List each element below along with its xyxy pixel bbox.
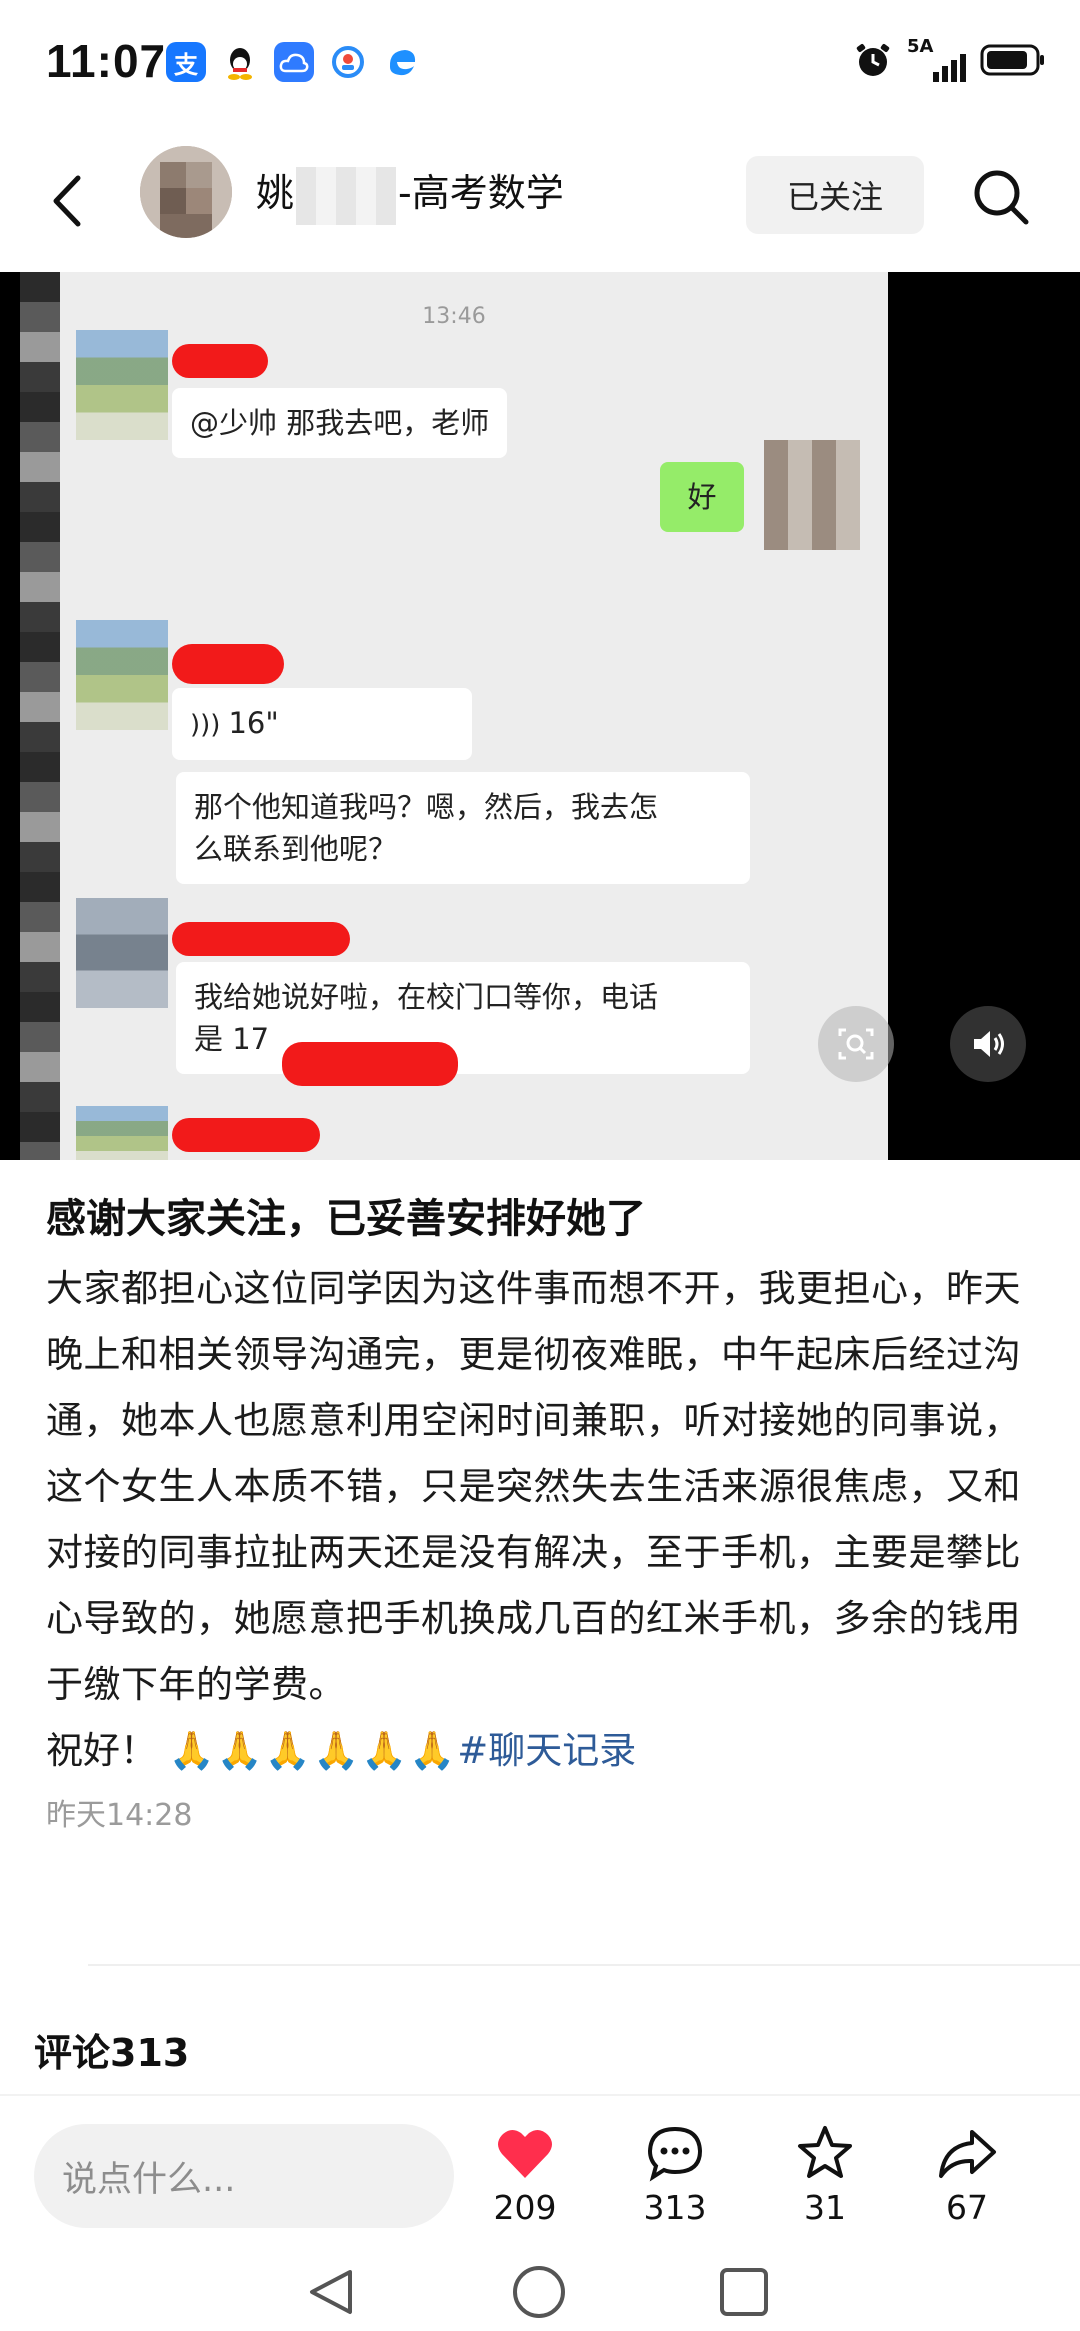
- voice-duration: 16": [228, 706, 279, 740]
- status-time: 11:07: [46, 35, 167, 87]
- favorite-count: 31: [804, 2188, 846, 2227]
- redaction-mark: [172, 1118, 320, 1152]
- post-image[interactable]: 13:46 @少帅 那我去吧，老师 好 ))) 16" 那个他知道我吗？嗯，然后，…: [0, 272, 1080, 1160]
- comment-input[interactable]: 说点什么...: [34, 2124, 454, 2228]
- alipay-icon: 支: [166, 42, 206, 82]
- back-button[interactable]: [44, 168, 94, 234]
- chat-bubble-self: 好: [660, 462, 744, 532]
- network-label: 5A: [907, 36, 934, 57]
- system-navbar: [0, 2256, 1080, 2331]
- browser-icon: [382, 42, 422, 82]
- post-time: 昨天14:28: [46, 1798, 193, 1833]
- chat-bubble: 那个他知道我吗？嗯，然后，我去怎 么联系到他呢？: [176, 772, 750, 884]
- sender-avatar-blurred: [76, 330, 168, 440]
- redaction-mark: [282, 1042, 458, 1086]
- sender-avatar-blurred: [76, 620, 168, 730]
- chat-bubble: 我给她说好啦，在校门口等你，电话 是 17: [176, 962, 750, 1074]
- alarm-icon: [853, 40, 893, 84]
- post-closing-line: 祝好！ 🙏🙏🙏🙏🙏🙏#聊天记录: [46, 1718, 1036, 1784]
- sender-avatar-blurred: [76, 898, 168, 1008]
- chat-bubble-line: 么联系到他呢？: [194, 832, 398, 866]
- share-count: 67: [946, 2188, 988, 2227]
- share-icon: [939, 2130, 996, 2178]
- search-button[interactable]: [970, 166, 1032, 228]
- comment-count: 313: [643, 2188, 707, 2227]
- divider: [88, 1964, 1080, 1966]
- cloud-icon: [274, 42, 314, 82]
- scan-icon: [838, 1028, 874, 1060]
- voice-icon: ))): [190, 710, 221, 740]
- like-button[interactable]: 209: [470, 2120, 580, 2227]
- hashtag-link[interactable]: #聊天记录: [457, 1729, 636, 1772]
- screenshot-edge: [20, 272, 60, 1160]
- name-blur: [296, 166, 397, 225]
- post-content: 感谢大家关注，已妥善安排好她了 大家都担心这位同学因为这件事而想不开，我更担心，…: [46, 1190, 1036, 1834]
- signal-icon: 5A: [907, 36, 966, 82]
- star-icon: [798, 2126, 852, 2178]
- battery-icon: [980, 43, 1046, 81]
- status-bar: 11:07 支 5A: [0, 0, 1080, 126]
- comment-icon: [647, 2126, 703, 2182]
- heart-icon: [498, 2129, 552, 2178]
- chat-bubble: @少帅 那我去吧，老师: [172, 388, 508, 458]
- divider: [0, 2094, 1080, 2096]
- nav-back-icon[interactable]: [310, 2270, 352, 2314]
- redaction-mark: [172, 922, 350, 956]
- chevron-left-icon: [53, 175, 81, 227]
- author-avatar[interactable]: [140, 146, 232, 238]
- favorite-button[interactable]: 31: [770, 2120, 880, 2227]
- comments-heading: 评论313: [34, 2031, 190, 2075]
- author-name[interactable]: 姚 -高考数学: [256, 162, 564, 225]
- author-name-suffix: -高考数学: [398, 171, 564, 215]
- self-avatar-blurred: [764, 440, 860, 550]
- chat-bubble-line: 是 17: [194, 1022, 270, 1056]
- redaction-mark: [172, 344, 268, 378]
- app-icon: [328, 42, 368, 82]
- sender-avatar-blurred: [76, 1106, 168, 1160]
- pray-emojis: 🙏🙏🙏🙏🙏🙏: [168, 1729, 458, 1772]
- status-right: 5A: [853, 36, 1046, 84]
- chat-screenshot: 13:46 @少帅 那我去吧，老师 好 ))) 16" 那个他知道我吗？嗯，然后，…: [20, 272, 888, 1160]
- chat-timestamp: 13:46: [422, 304, 486, 329]
- chat-bubble-line: 那个他知道我吗？嗯，然后，我去怎: [194, 790, 659, 824]
- nav-home-icon[interactable]: [513, 2266, 565, 2318]
- comment-button[interactable]: 313: [620, 2120, 730, 2227]
- notification-icons: 支: [166, 42, 422, 82]
- voice-message: ))) 16": [172, 688, 472, 760]
- author-name-prefix: 姚: [256, 171, 295, 215]
- volume-button[interactable]: [950, 1006, 1026, 1082]
- post-body: 大家都担心这位同学因为这件事而想不开，我更担心，昨天晚上和相关领导沟通完，更是彻…: [46, 1267, 1021, 1706]
- post-title: 感谢大家关注，已妥善安排好她了: [46, 1196, 646, 1242]
- qq-icon: [220, 42, 260, 82]
- nav-recents-icon[interactable]: [720, 2268, 768, 2316]
- post-closing: 祝好！: [46, 1729, 157, 1772]
- follow-button[interactable]: 已关注: [746, 156, 924, 234]
- like-count: 209: [493, 2188, 557, 2227]
- image-search-button[interactable]: [818, 1006, 894, 1082]
- share-button[interactable]: 67: [912, 2120, 1022, 2227]
- post-header: 姚 -高考数学 已关注: [0, 126, 1080, 272]
- redaction-mark: [172, 644, 284, 684]
- volume-icon: [974, 1031, 1004, 1057]
- search-icon: [974, 170, 1029, 225]
- chat-bubble-line: 我给她说好啦，在校门口等你，电话: [194, 980, 659, 1014]
